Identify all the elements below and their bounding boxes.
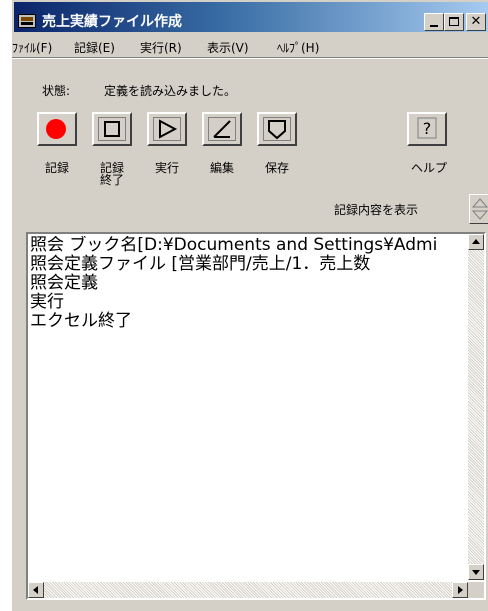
horizontal-scrollbar[interactable] [28, 582, 468, 598]
record-view-spinner[interactable] [469, 194, 488, 224]
menu-run[interactable]: 実行(R) [140, 39, 182, 56]
up-down-arrow-icon [471, 198, 488, 220]
status-text: 定義を読み込みました。 [104, 84, 237, 98]
app-icon[interactable] [18, 14, 36, 28]
scroll-down-button[interactable] [468, 564, 484, 580]
close-icon: ✕ [470, 14, 482, 29]
window-title: 売上実績ファイル作成 [42, 14, 182, 30]
show-record-label: 記録内容を表示 [334, 203, 419, 217]
save-icon [263, 117, 291, 141]
menu-file[interactable]: ﾌｧｲﾙ(F) [12, 39, 52, 56]
log-line: 実行 [30, 292, 64, 312]
maximize-button[interactable] [444, 13, 464, 31]
run-label: 実行 [154, 161, 179, 175]
stop-record-button[interactable] [92, 112, 132, 146]
stop-record-label-line2: 終了 [99, 173, 124, 187]
help-label: ヘルプ [410, 161, 447, 175]
run-button[interactable] [147, 112, 187, 146]
minimize-button[interactable] [424, 13, 444, 31]
stop-record-label: 記録 終了 [95, 162, 129, 186]
arrow-down-icon [472, 570, 480, 575]
menu-record[interactable]: 記録(E) [74, 39, 115, 56]
log-line: 照会定義 [30, 273, 98, 293]
help-button[interactable]: ? [407, 112, 447, 146]
app-window: 売上実績ファイル作成 ✕ ﾌｧｲﾙ(F) 記録(E) 実行(R) 表示(V) ﾍ… [12, 0, 488, 611]
menu-separator [12, 57, 488, 59]
help-icon: ? [417, 117, 437, 139]
scroll-left-button[interactable] [28, 582, 44, 598]
menu-bar: ﾌｧｲﾙ(F) 記録(E) 実行(R) 表示(V) ﾍﾙﾌﾟ(H) [12, 34, 488, 56]
save-button[interactable] [257, 112, 297, 146]
scroll-corner [468, 582, 484, 598]
scroll-up-button[interactable] [468, 234, 484, 250]
record-label: 記録 [44, 161, 69, 175]
edit-button[interactable] [202, 112, 242, 146]
record-button[interactable] [37, 112, 77, 146]
menu-help[interactable]: ﾍﾙﾌﾟ(H) [277, 39, 319, 56]
log-line: 照会定義ファイル [営業部門/売上/1．売上数 [30, 254, 371, 274]
vertical-scrollbar[interactable] [468, 234, 484, 580]
close-button[interactable]: ✕ [466, 13, 486, 31]
record-icon [46, 119, 66, 139]
scroll-right-button[interactable] [452, 582, 468, 598]
record-log-lines: 照会 ブック名[D:¥Documents and Settings¥Admi 照… [30, 236, 468, 331]
stop-icon [98, 117, 126, 141]
log-line: エクセル終了 [30, 311, 132, 331]
menu-view[interactable]: 表示(V) [207, 39, 249, 56]
arrow-up-icon [472, 239, 480, 244]
maximize-icon [449, 17, 459, 26]
minimize-icon [430, 25, 438, 27]
arrow-left-icon [33, 586, 38, 594]
title-bar[interactable]: 売上実績ファイル作成 ✕ [14, 2, 488, 32]
log-line: 照会 ブック名[D:¥Documents and Settings¥Admi [30, 236, 438, 255]
svg-text:?: ? [423, 119, 432, 138]
play-icon [153, 117, 181, 141]
record-log-textarea[interactable]: 照会 ブック名[D:¥Documents and Settings¥Admi 照… [26, 232, 486, 600]
status-label: 状態: [42, 84, 71, 98]
save-label: 保存 [264, 161, 289, 175]
edit-icon [208, 117, 236, 141]
edit-label: 編集 [209, 161, 234, 175]
arrow-right-icon [458, 586, 463, 594]
